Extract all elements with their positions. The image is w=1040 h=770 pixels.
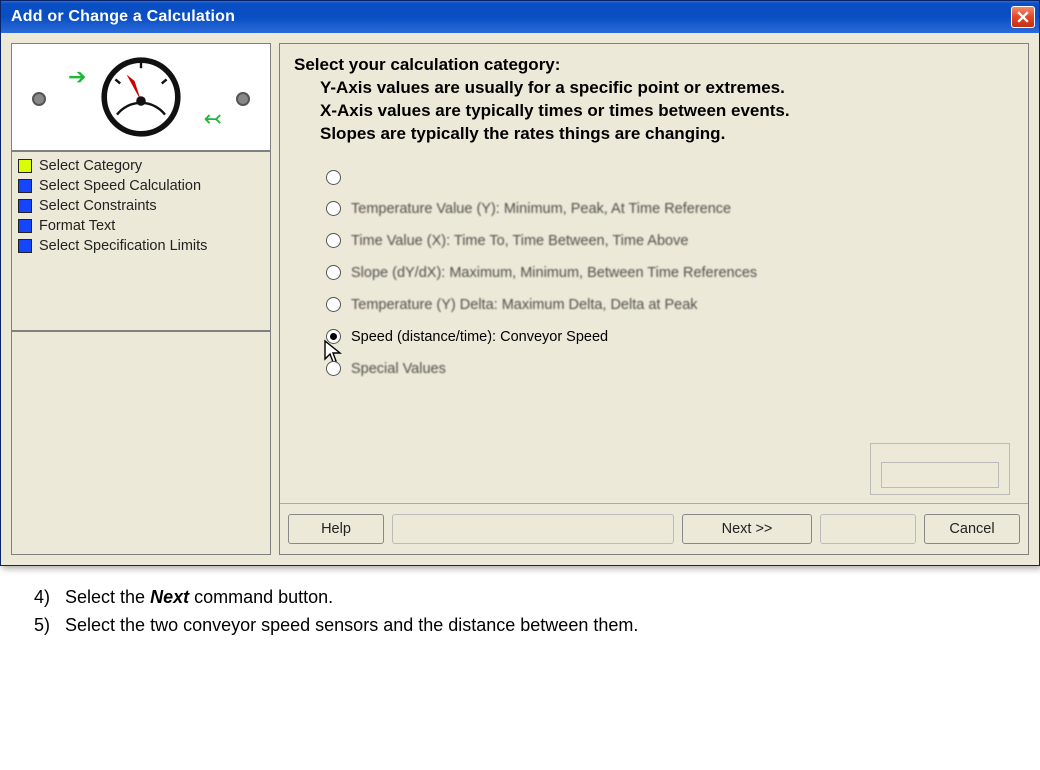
radio-option[interactable]: Temperature (Y) Delta: Maximum Delta, De… bbox=[326, 289, 1004, 321]
arrow-icon: ↢ bbox=[204, 106, 222, 132]
close-button[interactable] bbox=[1011, 6, 1035, 28]
radio-option[interactable]: Special Values bbox=[326, 353, 1004, 385]
sample-inner bbox=[881, 462, 999, 488]
radio-icon[interactable] bbox=[326, 201, 341, 216]
radio-label: Special Values bbox=[351, 361, 446, 377]
dialog-body: ➔ ↢ Select Category bbox=[1, 33, 1039, 565]
radio-option[interactable]: Slope (dY/dX): Maximum, Minimum, Between… bbox=[326, 257, 1004, 289]
wizard-step: Select Category bbox=[18, 156, 264, 176]
radio-icon[interactable] bbox=[326, 361, 341, 376]
section-heading: Select your calculation category: Y-Axis… bbox=[290, 52, 1024, 156]
dot-icon bbox=[236, 92, 250, 106]
wizard-step: Select Constraints bbox=[18, 196, 264, 216]
arrow-icon: ➔ bbox=[68, 64, 86, 90]
heading-line: X-Axis values are typically times or tim… bbox=[294, 100, 1020, 123]
emphasis: Next bbox=[150, 587, 189, 607]
wizard-step: Select Speed Calculation bbox=[18, 176, 264, 196]
cancel-button[interactable]: Cancel bbox=[924, 514, 1020, 544]
radio-label: Slope (dY/dX): Maximum, Minimum, Between… bbox=[351, 265, 757, 281]
radio-icon[interactable] bbox=[326, 170, 341, 185]
heading-line: Y-Axis values are usually for a specific… bbox=[294, 77, 1020, 100]
radio-icon[interactable] bbox=[326, 297, 341, 312]
close-icon bbox=[1017, 11, 1029, 23]
radio-label: Temperature (Y) Delta: Maximum Delta, De… bbox=[351, 297, 698, 313]
dot-icon bbox=[32, 92, 46, 106]
step-label: Format Text bbox=[39, 218, 115, 234]
step-label: Select Constraints bbox=[39, 198, 157, 214]
button-row: Help Next >> Cancel bbox=[280, 503, 1028, 554]
text: Select the two conveyor speed sensors an… bbox=[65, 615, 638, 635]
text: Select the bbox=[65, 587, 150, 607]
radio-option[interactable] bbox=[326, 162, 1004, 193]
step-number: 5) bbox=[34, 612, 60, 640]
help-button[interactable]: Help bbox=[288, 514, 384, 544]
preview-panel bbox=[11, 331, 271, 555]
heading-line: Slopes are typically the rates things ar… bbox=[294, 123, 1020, 146]
content-panel: Select your calculation category: Y-Axis… bbox=[279, 43, 1029, 555]
wizard-step: Select Specification Limits bbox=[18, 236, 264, 256]
category-options: Temperature Value (Y): Minimum, Peak, At… bbox=[290, 156, 1024, 395]
wizard-steps: Select Category Select Speed Calculation… bbox=[11, 151, 271, 331]
titlebar: Add or Change a Calculation bbox=[1, 1, 1039, 33]
left-column: ➔ ↢ Select Category bbox=[11, 43, 271, 555]
step-marker-icon bbox=[18, 239, 32, 253]
gauge-illustration: ➔ ↢ bbox=[11, 43, 271, 151]
radio-label: Time Value (X): Time To, Time Between, T… bbox=[351, 233, 688, 249]
right-column: Select your calculation category: Y-Axis… bbox=[279, 43, 1029, 555]
radio-option-selected[interactable]: Speed (distance/time): Conveyor Speed bbox=[326, 321, 1004, 353]
radio-icon[interactable] bbox=[326, 233, 341, 248]
instruction-text: 4) Select the Next command button. 5) Se… bbox=[0, 566, 1040, 640]
step-label: Select Category bbox=[39, 158, 142, 174]
step-marker-icon bbox=[18, 199, 32, 213]
wizard-step: Format Text bbox=[18, 216, 264, 236]
heading-line: Select your calculation category: bbox=[294, 55, 560, 74]
instruction-line: 5) Select the two conveyor speed sensors… bbox=[34, 612, 1010, 640]
window-title: Add or Change a Calculation bbox=[11, 8, 235, 26]
back-button[interactable] bbox=[392, 514, 674, 544]
radio-option[interactable]: Time Value (X): Time To, Time Between, T… bbox=[326, 225, 1004, 257]
step-marker-icon bbox=[18, 219, 32, 233]
gauge-icon bbox=[101, 57, 181, 137]
radio-label: Speed (distance/time): Conveyor Speed bbox=[351, 329, 608, 345]
step-marker-icon bbox=[18, 159, 32, 173]
radio-icon[interactable] bbox=[326, 265, 341, 280]
instruction-line: 4) Select the Next command button. bbox=[34, 584, 1010, 612]
dialog-window: Add or Change a Calculation ➔ ↢ bbox=[0, 0, 1040, 566]
finish-button[interactable] bbox=[820, 514, 916, 544]
sample-box bbox=[870, 443, 1010, 495]
step-marker-icon bbox=[18, 179, 32, 193]
step-label: Select Speed Calculation bbox=[39, 178, 201, 194]
step-number: 4) bbox=[34, 584, 60, 612]
text: command button. bbox=[189, 587, 333, 607]
step-label: Select Specification Limits bbox=[39, 238, 207, 254]
radio-label: Temperature Value (Y): Minimum, Peak, At… bbox=[351, 201, 731, 217]
next-button[interactable]: Next >> bbox=[682, 514, 812, 544]
radio-option[interactable]: Temperature Value (Y): Minimum, Peak, At… bbox=[326, 193, 1004, 225]
